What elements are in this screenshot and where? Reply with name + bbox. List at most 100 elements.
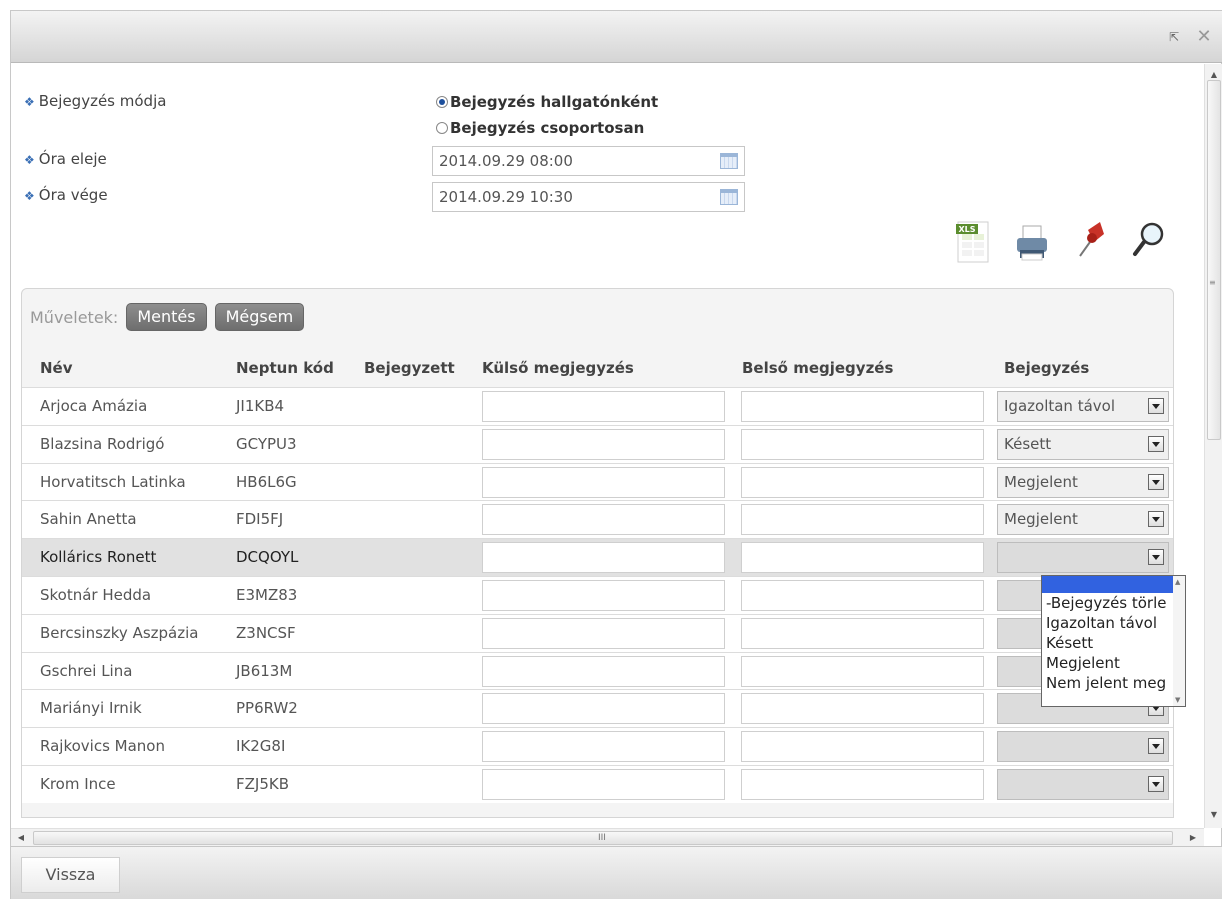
scroll-up-icon[interactable]: ▲ [1175,578,1180,586]
chevron-down-icon[interactable] [1148,473,1164,490]
scroll-down-icon[interactable]: ▼ [1175,696,1180,704]
entry-select-value: Megjelent [1004,472,1078,491]
horizontal-scrollbar[interactable]: ◀ III ▶ [11,828,1204,846]
internal-note-input[interactable] [741,466,984,498]
chevron-down-icon[interactable] [1148,775,1164,792]
end-date-field[interactable]: 2014.09.29 10:30 [432,182,745,212]
back-button[interactable]: Vissza [21,857,120,893]
external-note-input[interactable] [482,391,725,422]
end-label: ❖ Óra vége [24,186,108,204]
scroll-grip-icon: III [598,833,606,843]
column-header-entry[interactable]: Bejegyzés [1004,359,1089,377]
diamond-bullet-icon: ❖ [24,95,35,109]
column-header-name[interactable]: Név [40,359,73,377]
column-header-external-note[interactable]: Külső megjegyzés [482,359,634,377]
vertical-scrollbar[interactable]: ▲ ≡ ▼ [1204,64,1222,828]
start-date-field[interactable]: 2014.09.29 08:00 [432,146,745,176]
internal-note-input[interactable] [741,542,984,574]
entry-dropdown-list[interactable]: -Bejegyzés törle Igazoltan távol Késett Meg… [1041,575,1186,707]
external-note-input[interactable] [482,655,725,687]
neptun-code: DCQOYL [236,548,299,567]
table-row[interactable]: Kollárics Ronett DCQOYL [22,538,1173,576]
internal-note-input[interactable] [741,655,984,687]
radio-icon[interactable] [436,122,448,134]
scroll-down-icon[interactable]: ▼ [1205,808,1222,822]
dropdown-option[interactable]: Megjelent [1042,653,1185,673]
table-row[interactable]: Krom Ince FZJ5KB [22,764,1173,803]
table-row[interactable]: Gschrei Lina JB613M [22,651,1173,690]
radio-group[interactable]: Bejegyzés csoportosan [436,119,644,137]
entry-select[interactable]: Késett [997,428,1169,460]
internal-note-input[interactable] [741,768,984,800]
student-name: Skotnár Hedda [40,585,152,604]
external-note-input[interactable] [482,579,725,611]
internal-note-input[interactable] [741,504,984,536]
table-row[interactable]: Skotnár Hedda E3MZ83 [22,575,1173,614]
table-row[interactable]: Mariányi Irnik PP6RW2 [22,689,1173,728]
close-icon[interactable]: ✕ [1192,25,1216,49]
dropdown-option[interactable]: Igazoltan távol [1042,613,1185,633]
table-row[interactable]: Blazsina Rodrigó GCYPU3 Késett [22,424,1173,463]
internal-note-input[interactable] [741,617,984,649]
internal-note-input[interactable] [741,428,984,460]
print-icon[interactable] [1012,212,1052,264]
dropdown-option[interactable] [1042,576,1185,593]
external-note-input[interactable] [482,542,725,574]
calendar-icon[interactable] [720,189,738,205]
column-header-recorded[interactable]: Bejegyzett [364,359,455,377]
external-note-input[interactable] [482,466,725,498]
search-icon[interactable] [1128,212,1168,264]
horizontal-scroll-thumb[interactable]: III [33,831,1173,845]
chevron-down-icon[interactable] [1148,738,1164,755]
neptun-code: FZJ5KB [236,774,289,793]
external-note-input[interactable] [482,428,725,460]
scroll-left-icon[interactable]: ◀ [13,829,29,847]
internal-note-input[interactable] [741,693,984,725]
external-note-input[interactable] [482,768,725,800]
neptun-code: PP6RW2 [236,699,298,718]
external-note-input[interactable] [482,504,725,536]
entry-select-value: Megjelent [1004,510,1078,529]
vertical-scroll-thumb[interactable] [1207,80,1221,440]
internal-note-input[interactable] [741,579,984,611]
column-header-internal-note[interactable]: Belső megjegyzés [742,359,893,377]
calendar-icon[interactable] [720,153,738,169]
entry-select[interactable]: Megjelent [997,504,1169,536]
entry-select[interactable] [997,768,1169,800]
column-header-code[interactable]: Neptun kód [236,359,334,377]
dropdown-option[interactable]: Nem jelent meg [1042,673,1185,693]
chevron-down-icon[interactable] [1148,549,1164,566]
xls-export-icon[interactable]: XLS [952,212,992,264]
entry-select[interactable] [997,731,1169,763]
entry-select[interactable] [997,542,1169,574]
external-note-input[interactable] [482,617,725,649]
external-note-input[interactable] [482,731,725,763]
diamond-bullet-icon: ❖ [24,153,35,167]
dropdown-option[interactable]: Késett [1042,633,1185,653]
table-row[interactable]: Arjoca Amázia JI1KB4 Igazoltan távol [22,387,1173,425]
radio-per-student[interactable]: Bejegyzés hallgatónként [436,93,658,111]
chevron-down-icon[interactable] [1148,435,1164,452]
cancel-button[interactable]: Mégsem [214,303,305,331]
table-row[interactable]: Sahin Anetta FDI5FJ Megjelent [22,500,1173,539]
pin-icon[interactable] [1070,212,1110,264]
table-row[interactable]: Bercsinszky Aszpázia Z3NCSF [22,613,1173,652]
xls-icon-label: XLS [958,225,975,234]
internal-note-input[interactable] [741,731,984,763]
radio-icon-checked[interactable] [436,96,448,108]
dropdown-option[interactable]: -Bejegyzés törle [1042,593,1185,613]
entry-select[interactable]: Igazoltan távol [997,391,1169,422]
student-name: Mariányi Irnik [40,699,142,718]
table-row[interactable]: Horvatitsch Latinka HB6L6G Megjelent [22,462,1173,501]
external-note-input[interactable] [482,693,725,725]
student-name: Sahin Anetta [40,510,137,529]
entry-select[interactable]: Megjelent [997,466,1169,498]
internal-note-input[interactable] [741,391,984,422]
chevron-down-icon[interactable] [1148,398,1164,414]
table-row[interactable]: Rajkovics Manon IK2G8I [22,727,1173,765]
chevron-down-icon[interactable] [1148,511,1164,528]
save-button[interactable]: Mentés [126,303,207,331]
popout-icon[interactable]: ⇱ [1166,29,1182,45]
scroll-right-icon[interactable]: ▶ [1185,829,1201,847]
dropdown-scrollbar[interactable]: ▲ ▼ [1173,576,1185,706]
